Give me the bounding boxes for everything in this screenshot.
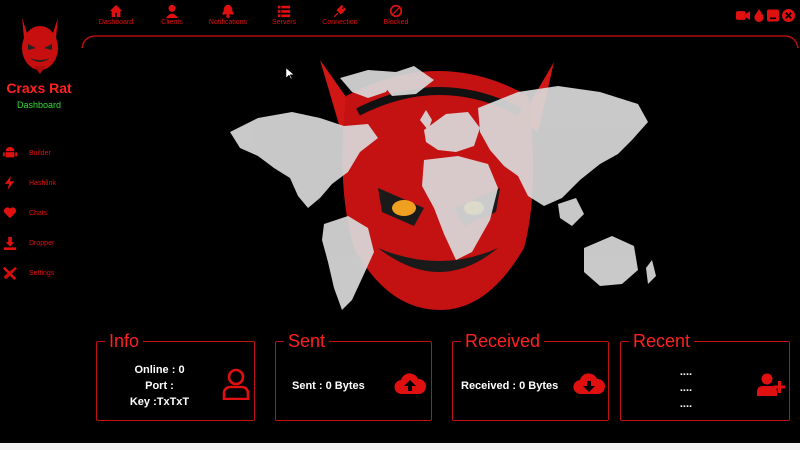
nav-label: Dashboard bbox=[98, 19, 134, 26]
taskbar-strip bbox=[0, 443, 800, 450]
sidebar: Builder Hashlink Chats Dropper Settings bbox=[2, 138, 82, 288]
drop-icon bbox=[754, 9, 764, 22]
sent-card-icon bbox=[394, 372, 427, 396]
home-icon bbox=[109, 4, 123, 18]
user-plus-icon bbox=[757, 373, 786, 396]
cloud-upload-icon bbox=[394, 373, 427, 395]
devil-logo bbox=[22, 18, 58, 74]
list-item: .... bbox=[679, 398, 693, 410]
sent-bytes: Sent : 0 Bytes bbox=[292, 380, 365, 392]
recent-card-icon bbox=[757, 372, 786, 396]
list-icon bbox=[277, 5, 291, 18]
nav-dashboard[interactable]: Dashboard bbox=[88, 4, 144, 30]
android-icon bbox=[3, 146, 17, 158]
video-icon bbox=[736, 11, 750, 20]
received-card: Received Received : 0 Bytes bbox=[452, 330, 609, 421]
nav-label: Blocked bbox=[383, 19, 409, 26]
sidebar-item-hashlink[interactable]: Hashlink bbox=[2, 168, 82, 198]
list-item: .... bbox=[679, 366, 693, 378]
window-close-button[interactable] bbox=[782, 9, 795, 22]
world-map-background bbox=[230, 60, 656, 310]
sidebar-item-settings[interactable]: Settings bbox=[2, 258, 82, 288]
nav-label: Clients bbox=[161, 19, 183, 26]
nav-blocked[interactable]: Blocked bbox=[368, 4, 424, 30]
heart-icon bbox=[3, 207, 17, 219]
user-outline-icon bbox=[222, 368, 250, 401]
nav-connection[interactable]: Connection bbox=[312, 4, 368, 30]
sidebar-item-chats[interactable]: Chats bbox=[2, 198, 82, 228]
app-title: Craxs Rat bbox=[6, 80, 72, 96]
window-control-theme[interactable] bbox=[753, 9, 765, 22]
block-icon bbox=[389, 4, 403, 18]
app-window: Craxs Rat Dashboard Dashboard Clients No… bbox=[0, 0, 800, 443]
nav-notifications[interactable]: Notifications bbox=[200, 4, 256, 30]
received-card-title: Received bbox=[461, 330, 545, 352]
sidebar-item-label: Dropper bbox=[29, 239, 55, 247]
sent-card: Sent Sent : 0 Bytes bbox=[275, 330, 432, 421]
user-icon bbox=[165, 4, 179, 18]
sidebar-item-label: Settings bbox=[29, 269, 55, 277]
nav-label: Servers bbox=[271, 19, 297, 26]
section-title: Dashboard bbox=[16, 100, 62, 110]
download-icon bbox=[3, 236, 17, 250]
cloud-download-icon bbox=[573, 373, 606, 395]
window-minimize-button[interactable] bbox=[767, 9, 779, 22]
online-count: Online : 0 bbox=[134, 364, 185, 376]
recent-card-title: Recent bbox=[629, 330, 695, 352]
sent-card-title: Sent bbox=[284, 330, 330, 352]
bolt-icon bbox=[4, 176, 15, 190]
bell-icon bbox=[221, 4, 235, 18]
list-item: .... bbox=[679, 382, 693, 394]
nav-label: Notifications bbox=[208, 19, 248, 26]
close-icon bbox=[782, 9, 795, 22]
sidebar-item-label: Chats bbox=[29, 209, 48, 217]
mouse-cursor-icon bbox=[286, 68, 294, 80]
sidebar-item-label: Hashlink bbox=[29, 179, 56, 187]
nav-label: Connection bbox=[322, 19, 358, 26]
nav-servers[interactable]: Servers bbox=[256, 4, 312, 30]
window-control-media[interactable] bbox=[736, 9, 750, 22]
recent-card: Recent .... .... .... bbox=[620, 330, 790, 421]
received-bytes: Received : 0 Bytes bbox=[461, 380, 559, 392]
sidebar-item-label: Builder bbox=[29, 149, 51, 157]
sidebar-item-builder[interactable]: Builder bbox=[2, 138, 82, 168]
nav-clients[interactable]: Clients bbox=[144, 4, 200, 30]
top-navigation: Dashboard Clients Notifications Servers … bbox=[88, 4, 424, 30]
port-value: Port : bbox=[145, 380, 174, 392]
info-card: Info Online : 0 Port : Key :TxTxT bbox=[96, 330, 255, 421]
plug-icon bbox=[333, 4, 347, 18]
recent-list: .... .... .... bbox=[621, 364, 751, 412]
received-card-icon bbox=[573, 372, 606, 396]
sidebar-item-dropper[interactable]: Dropper bbox=[2, 228, 82, 258]
header-divider bbox=[81, 35, 799, 49]
tools-icon bbox=[3, 266, 17, 280]
info-card-icon bbox=[222, 368, 250, 401]
info-card-body: Online : 0 Port : Key :TxTxT bbox=[97, 362, 222, 410]
info-card-title: Info bbox=[105, 330, 144, 352]
minimize-icon bbox=[767, 9, 779, 22]
key-value: Key :TxTxT bbox=[129, 396, 190, 408]
